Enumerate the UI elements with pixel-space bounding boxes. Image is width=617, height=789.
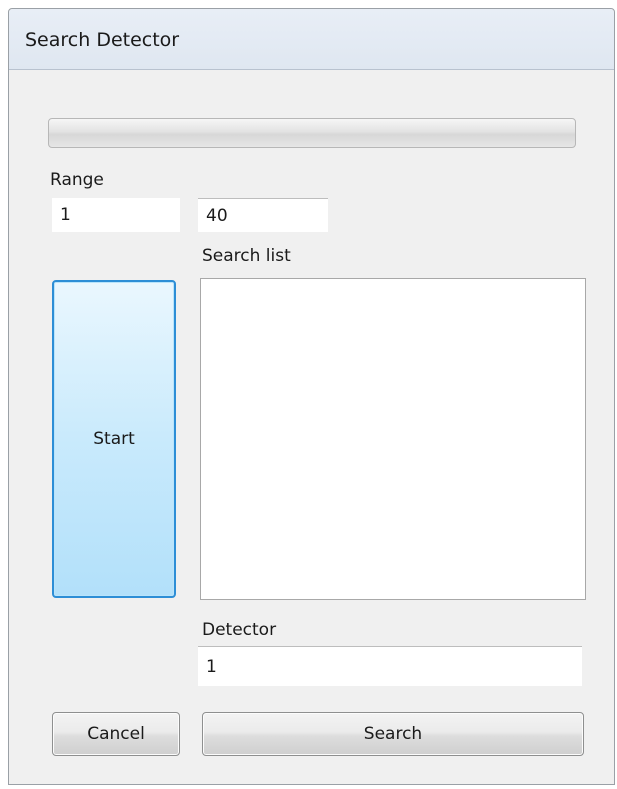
cancel-button[interactable]: Cancel [52, 712, 180, 756]
title-bar[interactable]: Search Detector [9, 9, 614, 70]
range-to-input[interactable] [198, 198, 328, 232]
start-button-label: Start [93, 429, 135, 449]
window-title: Search Detector [25, 29, 180, 51]
range-label: Range [50, 170, 104, 190]
detector-label: Detector [202, 620, 277, 640]
search-button[interactable]: Search [202, 712, 584, 756]
cancel-button-label: Cancel [87, 724, 145, 744]
search-list-box[interactable] [200, 278, 586, 600]
start-button[interactable]: Start [52, 280, 176, 598]
search-button-label: Search [363, 724, 423, 744]
search-progress-bar [48, 118, 576, 148]
search-list-label: Search list [202, 246, 291, 266]
range-from-input[interactable] [52, 198, 180, 232]
detector-input[interactable] [198, 646, 582, 686]
